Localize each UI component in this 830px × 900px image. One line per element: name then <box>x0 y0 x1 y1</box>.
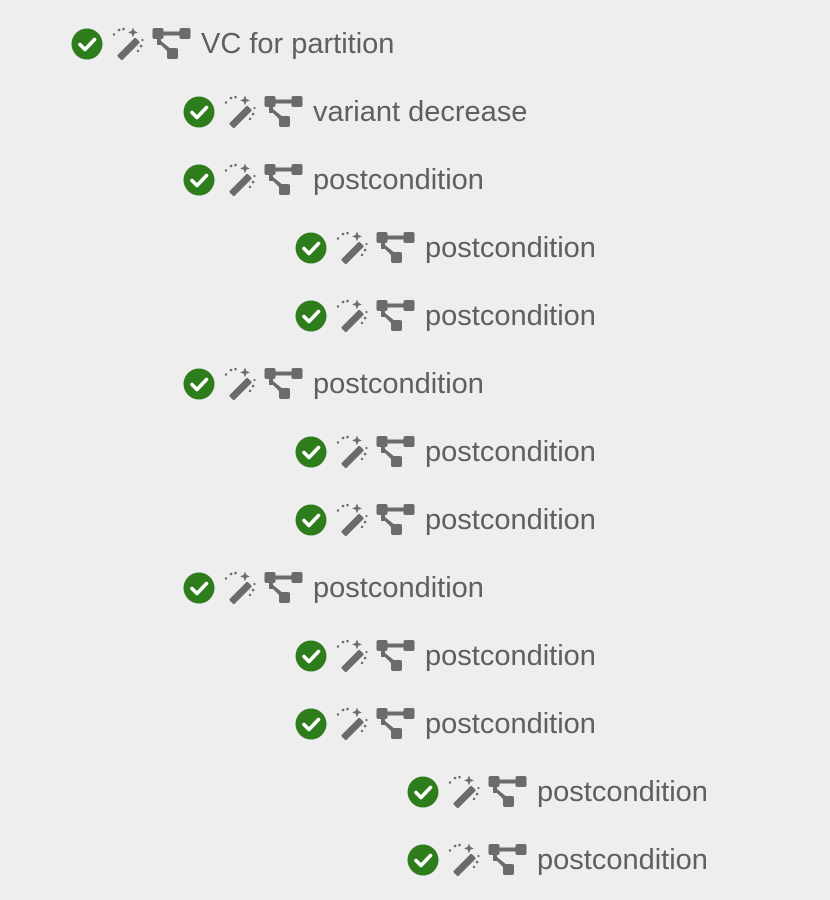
check-circle-icon <box>407 844 439 876</box>
tree-diagram-icon[interactable] <box>376 231 416 265</box>
check-circle-icon <box>295 504 327 536</box>
tree-node[interactable]: postcondition <box>295 704 596 744</box>
tree-node[interactable]: postcondition <box>407 772 708 812</box>
check-circle-icon <box>295 640 327 672</box>
magic-wand-icon[interactable] <box>223 367 257 401</box>
magic-wand-icon[interactable] <box>223 163 257 197</box>
tree-diagram-icon[interactable] <box>264 367 304 401</box>
tree-diagram-icon[interactable] <box>488 843 528 877</box>
tree-node-label[interactable]: postcondition <box>313 160 484 200</box>
tree-node[interactable]: postcondition <box>407 840 708 880</box>
tree-diagram-icon[interactable] <box>376 639 416 673</box>
tree-node[interactable]: postcondition <box>295 636 596 676</box>
check-circle-icon <box>183 368 215 400</box>
magic-wand-icon[interactable] <box>335 435 369 469</box>
check-circle-icon <box>295 300 327 332</box>
tree-node-label[interactable]: postcondition <box>425 636 596 676</box>
tree-diagram-icon[interactable] <box>264 95 304 129</box>
tree-node[interactable]: postcondition <box>295 432 596 472</box>
tree-diagram-icon[interactable] <box>152 27 192 61</box>
magic-wand-icon[interactable] <box>335 231 369 265</box>
tree-node[interactable]: postcondition <box>183 160 484 200</box>
proof-tree: VC for partition variant decrease postco… <box>0 0 830 900</box>
tree-diagram-icon[interactable] <box>376 503 416 537</box>
tree-diagram-icon[interactable] <box>264 163 304 197</box>
tree-diagram-icon[interactable] <box>376 299 416 333</box>
check-circle-icon <box>407 776 439 808</box>
tree-node[interactable]: postcondition <box>295 296 596 336</box>
tree-node-label[interactable]: variant decrease <box>313 92 527 132</box>
magic-wand-icon[interactable] <box>335 639 369 673</box>
check-circle-icon <box>183 164 215 196</box>
magic-wand-icon[interactable] <box>111 27 145 61</box>
check-circle-icon <box>183 96 215 128</box>
check-circle-icon <box>183 572 215 604</box>
tree-node-label[interactable]: VC for partition <box>201 24 394 64</box>
magic-wand-icon[interactable] <box>223 95 257 129</box>
check-circle-icon <box>71 28 103 60</box>
tree-node-label[interactable]: postcondition <box>425 704 596 744</box>
tree-node-label[interactable]: postcondition <box>425 228 596 268</box>
magic-wand-icon[interactable] <box>447 775 481 809</box>
tree-node-label[interactable]: postcondition <box>313 568 484 608</box>
tree-node[interactable]: variant decrease <box>183 92 527 132</box>
check-circle-icon <box>295 708 327 740</box>
tree-node[interactable]: postcondition <box>183 568 484 608</box>
tree-node[interactable]: postcondition <box>295 228 596 268</box>
tree-node-label[interactable]: postcondition <box>425 296 596 336</box>
magic-wand-icon[interactable] <box>335 503 369 537</box>
tree-node-label[interactable]: postcondition <box>425 500 596 540</box>
tree-node-label[interactable]: postcondition <box>537 772 708 812</box>
tree-node[interactable]: VC for partition <box>71 24 394 64</box>
tree-node[interactable]: postcondition <box>183 364 484 404</box>
tree-node-label[interactable]: postcondition <box>425 432 596 472</box>
tree-node-label[interactable]: postcondition <box>313 364 484 404</box>
magic-wand-icon[interactable] <box>223 571 257 605</box>
magic-wand-icon[interactable] <box>335 707 369 741</box>
check-circle-icon <box>295 232 327 264</box>
check-circle-icon <box>295 436 327 468</box>
tree-diagram-icon[interactable] <box>264 571 304 605</box>
tree-diagram-icon[interactable] <box>376 435 416 469</box>
tree-node-label[interactable]: postcondition <box>537 840 708 880</box>
magic-wand-icon[interactable] <box>447 843 481 877</box>
tree-node[interactable]: postcondition <box>295 500 596 540</box>
tree-diagram-icon[interactable] <box>488 775 528 809</box>
magic-wand-icon[interactable] <box>335 299 369 333</box>
tree-diagram-icon[interactable] <box>376 707 416 741</box>
